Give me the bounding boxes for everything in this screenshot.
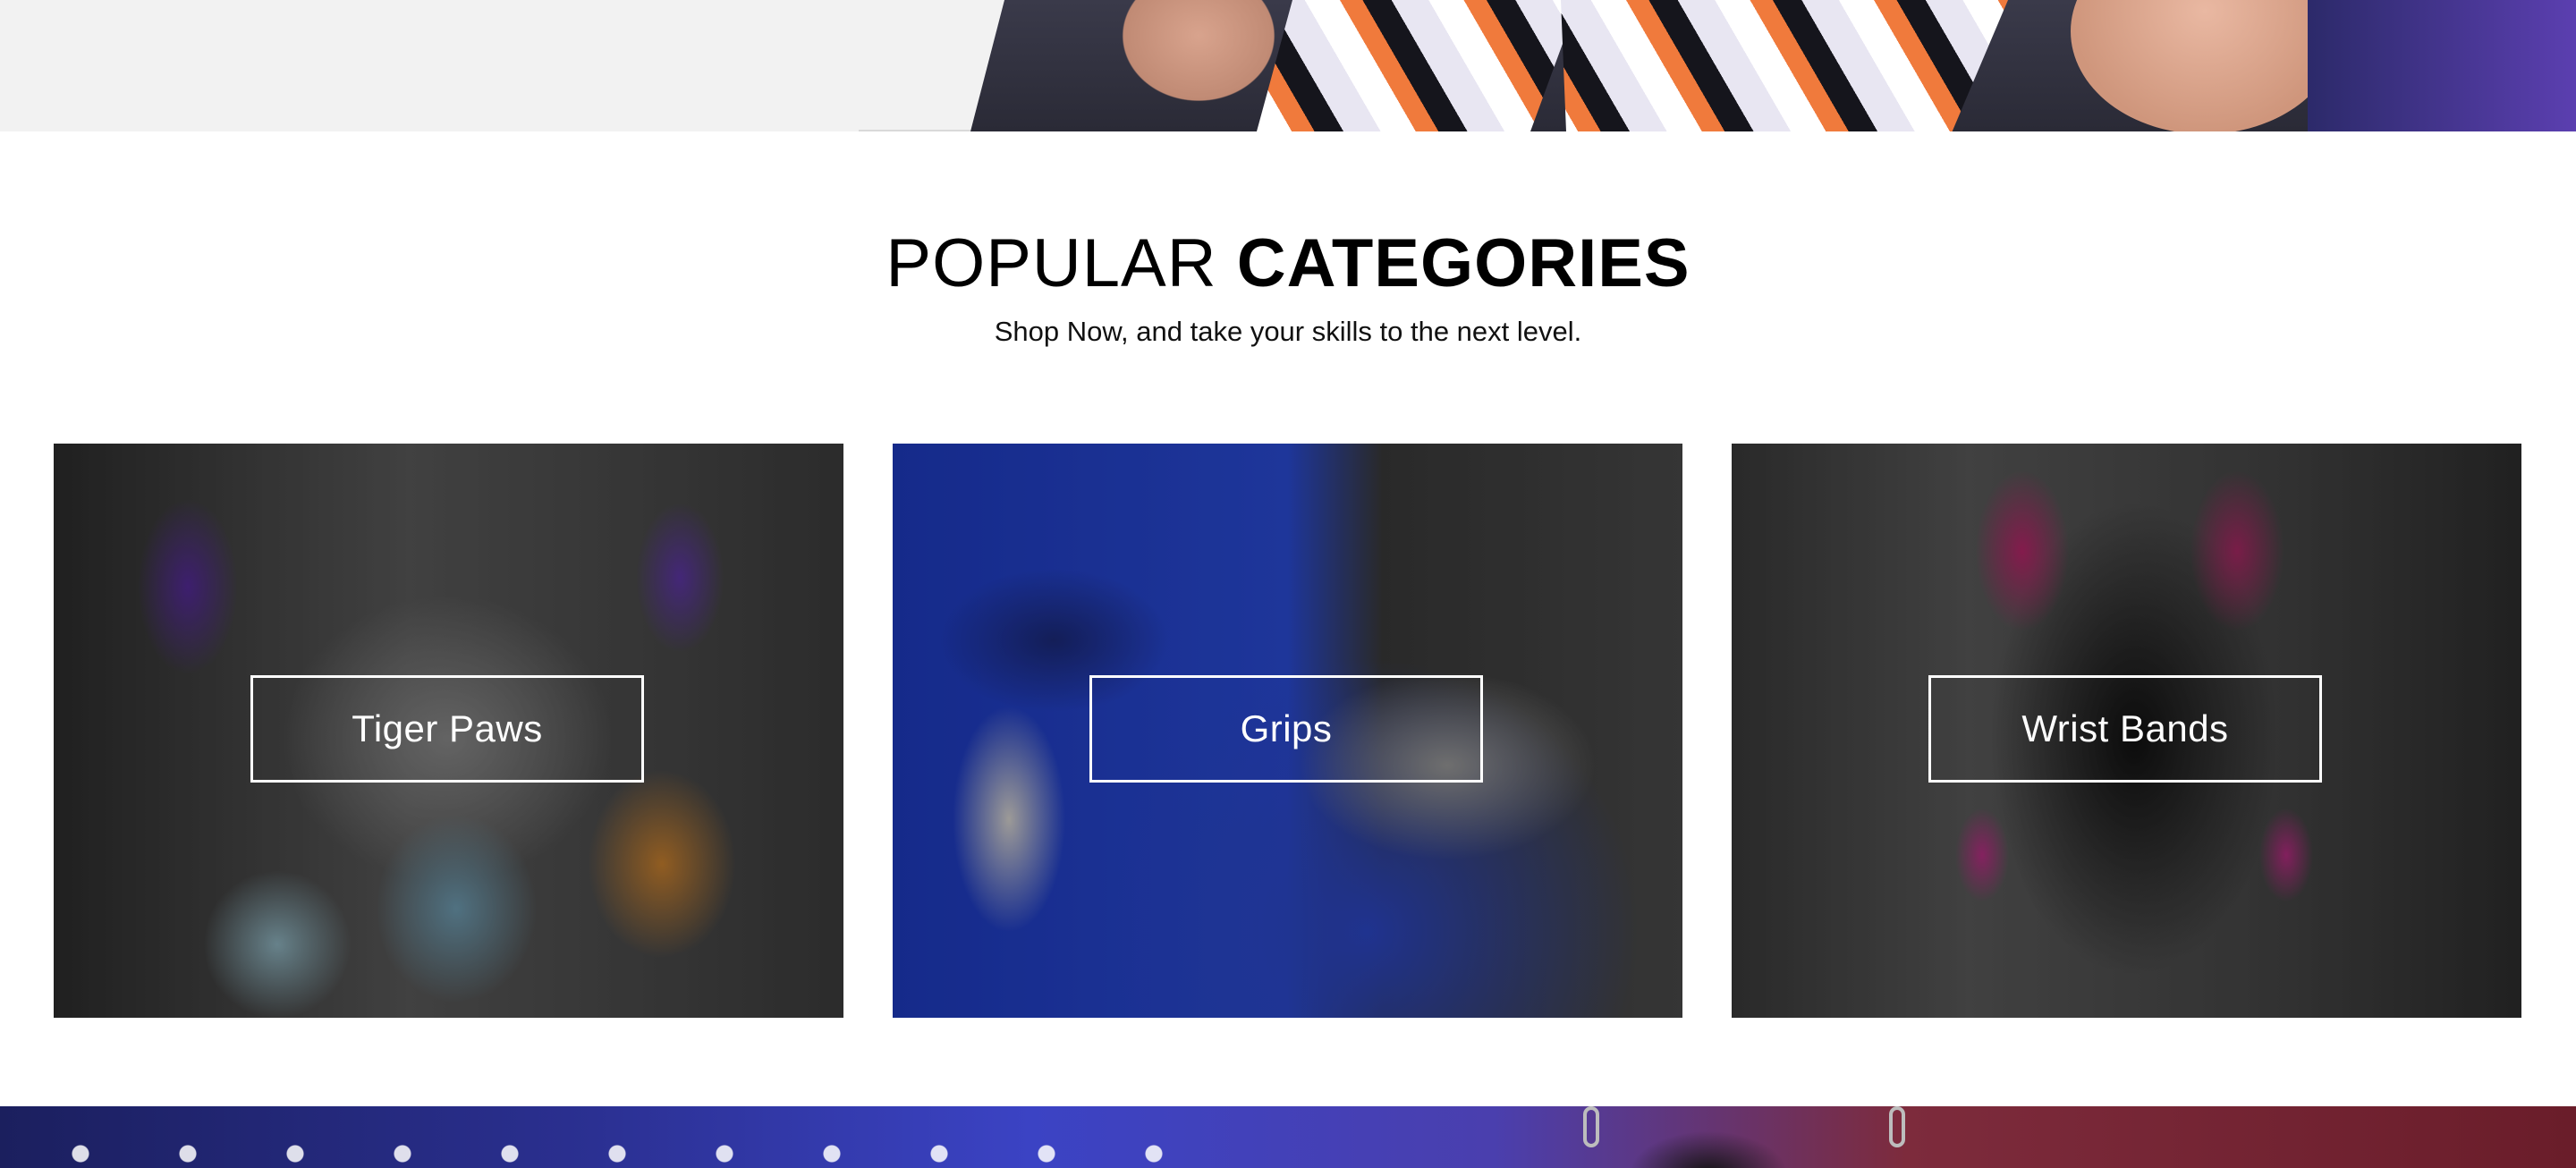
leotard-shape (1561, 0, 2008, 131)
section-title-light: POPULAR (886, 225, 1217, 301)
category-card-grips[interactable]: Grips (893, 444, 1682, 1018)
stars-pattern (0, 1106, 1163, 1168)
category-button[interactable]: Tiger Paws (250, 675, 644, 783)
section-title-bold: CATEGORIES (1236, 225, 1690, 301)
gymnast-face-shape (2071, 0, 2339, 131)
category-button[interactable]: Wrist Bands (1928, 675, 2322, 783)
category-card-tiger-paws[interactable]: Tiger Paws (54, 444, 843, 1018)
flag-banner-top-edge (0, 1106, 2576, 1168)
ring-strap-icon (1889, 1106, 1905, 1147)
category-card-wrist-bands[interactable]: Wrist Bands (1732, 444, 2521, 1018)
divider (859, 130, 970, 131)
section-title: POPULAR CATEGORIES (0, 225, 2576, 302)
ring-strap-icon (1583, 1106, 1599, 1147)
category-button[interactable]: Grips (1089, 675, 1483, 783)
background-shape (2308, 0, 2576, 131)
hero-banner-bottom-edge (0, 0, 2576, 131)
leotard-shape (1257, 0, 1579, 131)
section-subtitle: Shop Now, and take your skills to the ne… (994, 316, 1582, 347)
gymnasts-hero-photo (970, 0, 2576, 131)
